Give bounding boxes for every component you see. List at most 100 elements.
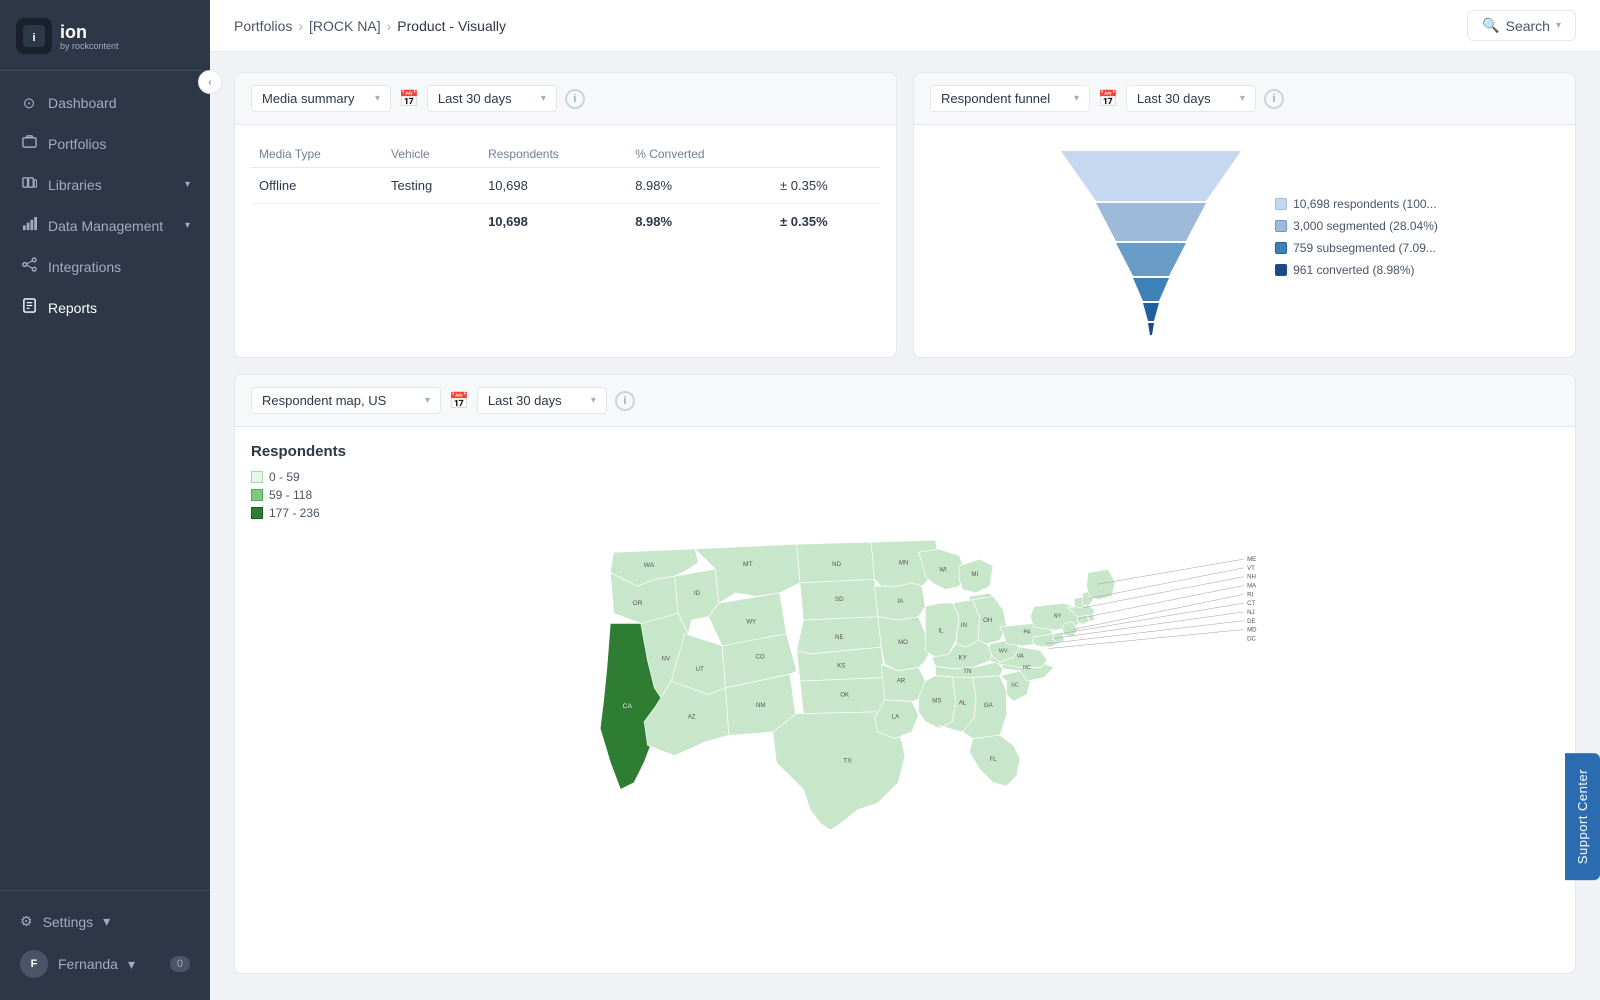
- sidebar-item-libraries[interactable]: Libraries ▾: [0, 164, 210, 205]
- map-date-dropdown[interactable]: Last 30 days ▾: [477, 387, 607, 414]
- breadcrumb: Portfolios › [ROCK NA] › Product - Visua…: [234, 18, 506, 34]
- legend-label-1: 3,000 segmented (28.04%): [1293, 219, 1438, 233]
- topbar: Portfolios › [ROCK NA] › Product - Visua…: [210, 0, 1600, 52]
- svg-text:WY: WY: [746, 618, 756, 625]
- col-media-type: Media Type: [251, 141, 383, 168]
- logo-icon: i: [16, 18, 52, 54]
- svg-text:WA: WA: [644, 562, 655, 569]
- svg-text:IL: IL: [938, 627, 944, 634]
- user-menu[interactable]: F Fernanda ▾ 0: [0, 940, 210, 988]
- svg-text:SD: SD: [835, 596, 844, 603]
- map-legend-color-0: [251, 471, 263, 483]
- map-info-icon[interactable]: i: [615, 391, 635, 411]
- cards-row: Media summary ▾ 📅 Last 30 days ▾ i Me: [234, 72, 1576, 358]
- cell-media-type: Offline: [251, 168, 383, 204]
- sidebar-collapse-button[interactable]: ‹: [198, 70, 222, 94]
- user-arrow: ▾: [128, 956, 135, 973]
- svg-text:AL: AL: [959, 700, 967, 707]
- svg-text:DE: DE: [1247, 618, 1255, 625]
- sidebar-item-dashboard[interactable]: ⊙ Dashboard: [0, 83, 210, 123]
- svg-text:OH: OH: [983, 617, 992, 624]
- svg-text:GA: GA: [984, 702, 994, 709]
- svg-text:CA: CA: [623, 703, 633, 710]
- col-respondents: Respondents: [480, 141, 627, 168]
- media-summary-table: Media Type Vehicle Respondents % Convert…: [251, 141, 880, 239]
- media-summary-dropdown[interactable]: Media summary ▾: [251, 85, 391, 112]
- legend-label-2: 759 subsegmented (7.09...: [1293, 241, 1436, 255]
- media-summary-dropdown-label: Media summary: [262, 91, 354, 106]
- svg-text:RI: RI: [1247, 591, 1253, 598]
- search-button[interactable]: 🔍 Search ▾: [1467, 10, 1576, 41]
- media-summary-date-arrow: ▾: [541, 93, 546, 104]
- funnel-date-dropdown[interactable]: Last 30 days ▾: [1126, 85, 1256, 112]
- cell-pct: 8.98%: [627, 168, 772, 204]
- breadcrumb-portfolios[interactable]: Portfolios: [234, 18, 292, 34]
- us-map: .state { stroke: #fff; stroke-width: 1; …: [251, 532, 1559, 952]
- sidebar-item-label: Integrations: [48, 259, 121, 275]
- data-management-arrow: ▾: [185, 220, 190, 231]
- table-row: Offline Testing 10,698 8.98% ± 0.35%: [251, 168, 880, 204]
- map-legend-label-0: 0 - 59: [269, 470, 300, 484]
- map-body: Respondents 0 - 59 59 - 118 177 - 236: [235, 427, 1575, 973]
- funnel-date-label: Last 30 days: [1137, 91, 1211, 106]
- legend-color-3: [1275, 264, 1287, 276]
- search-icon: 🔍: [1482, 17, 1499, 34]
- funnel-header: Respondent funnel ▾ 📅 Last 30 days ▾ i: [914, 73, 1575, 125]
- svg-text:SC: SC: [1011, 682, 1019, 688]
- support-center-button[interactable]: Support Center: [1565, 753, 1600, 880]
- map-legend-label-2: 177 - 236: [269, 506, 320, 520]
- map-legend-color-2: [251, 507, 263, 519]
- cell-total-empty: [383, 204, 480, 240]
- funnel-dropdown-label: Respondent funnel: [941, 91, 1050, 106]
- svg-text:NH: NH: [1247, 574, 1256, 581]
- sidebar-item-label: Reports: [48, 300, 97, 316]
- media-summary-info-icon[interactable]: i: [565, 89, 585, 109]
- svg-text:MT: MT: [743, 561, 753, 568]
- sidebar-item-integrations[interactable]: Integrations: [0, 246, 210, 287]
- logo-sub: by rockcontent: [60, 41, 119, 51]
- libraries-icon: [20, 175, 38, 194]
- svg-text:NY: NY: [1054, 613, 1062, 619]
- svg-text:ME: ME: [1247, 556, 1256, 563]
- svg-text:PA: PA: [1024, 630, 1031, 636]
- legend-item-0: 10,698 respondents (100...: [1275, 197, 1438, 211]
- svg-text:OR: OR: [632, 600, 642, 607]
- svg-text:TX: TX: [843, 757, 852, 764]
- settings-arrow: ▾: [103, 913, 110, 930]
- legend-item-3: 961 converted (8.98%): [1275, 263, 1438, 277]
- col-pct-converted: % Converted: [627, 141, 772, 168]
- search-label: Search: [1506, 18, 1550, 34]
- funnel-info-icon[interactable]: i: [1264, 89, 1284, 109]
- sidebar-item-label: Portfolios: [48, 136, 106, 152]
- map-dropdown[interactable]: Respondent map, US ▾: [251, 387, 441, 414]
- map-legend-item-1: 59 - 118: [251, 488, 1559, 502]
- funnel-dropdown[interactable]: Respondent funnel ▾: [930, 85, 1090, 112]
- media-summary-date-dropdown[interactable]: Last 30 days ▾: [427, 85, 557, 112]
- svg-text:FL: FL: [990, 756, 998, 763]
- svg-text:MS: MS: [932, 698, 941, 705]
- sidebar-item-data-management[interactable]: Data Management ▾: [0, 205, 210, 246]
- sidebar-item-portfolios[interactable]: Portfolios: [0, 123, 210, 164]
- funnel-date-arrow: ▾: [1240, 93, 1245, 104]
- svg-text:CO: CO: [755, 654, 764, 661]
- svg-text:NJ: NJ: [1247, 609, 1254, 616]
- col-vehicle: Vehicle: [383, 141, 480, 168]
- sidebar-item-label: Data Management: [48, 218, 163, 234]
- col-margin: [772, 141, 880, 168]
- svg-text:OK: OK: [840, 692, 849, 699]
- user-avatar: F: [20, 950, 48, 978]
- media-summary-body: Media Type Vehicle Respondents % Convert…: [235, 125, 896, 255]
- main-content: Portfolios › [ROCK NA] › Product - Visua…: [210, 0, 1600, 1000]
- breadcrumb-sep1: ›: [298, 18, 303, 34]
- svg-text:AR: AR: [897, 677, 906, 684]
- sidebar-item-reports[interactable]: Reports: [0, 287, 210, 328]
- svg-text:KS: KS: [837, 662, 845, 669]
- svg-text:NE: NE: [835, 634, 843, 641]
- svg-text:IN: IN: [961, 622, 967, 629]
- legend-color-2: [1275, 242, 1287, 254]
- breadcrumb-rock-na[interactable]: [ROCK NA]: [309, 18, 381, 34]
- user-badge: 0: [170, 956, 190, 972]
- sidebar-item-settings[interactable]: ⚙ Settings ▾: [0, 903, 210, 940]
- svg-text:MO: MO: [898, 639, 908, 646]
- sidebar-nav: ⊙ Dashboard Portfolios Libraries ▾ Data …: [0, 71, 210, 890]
